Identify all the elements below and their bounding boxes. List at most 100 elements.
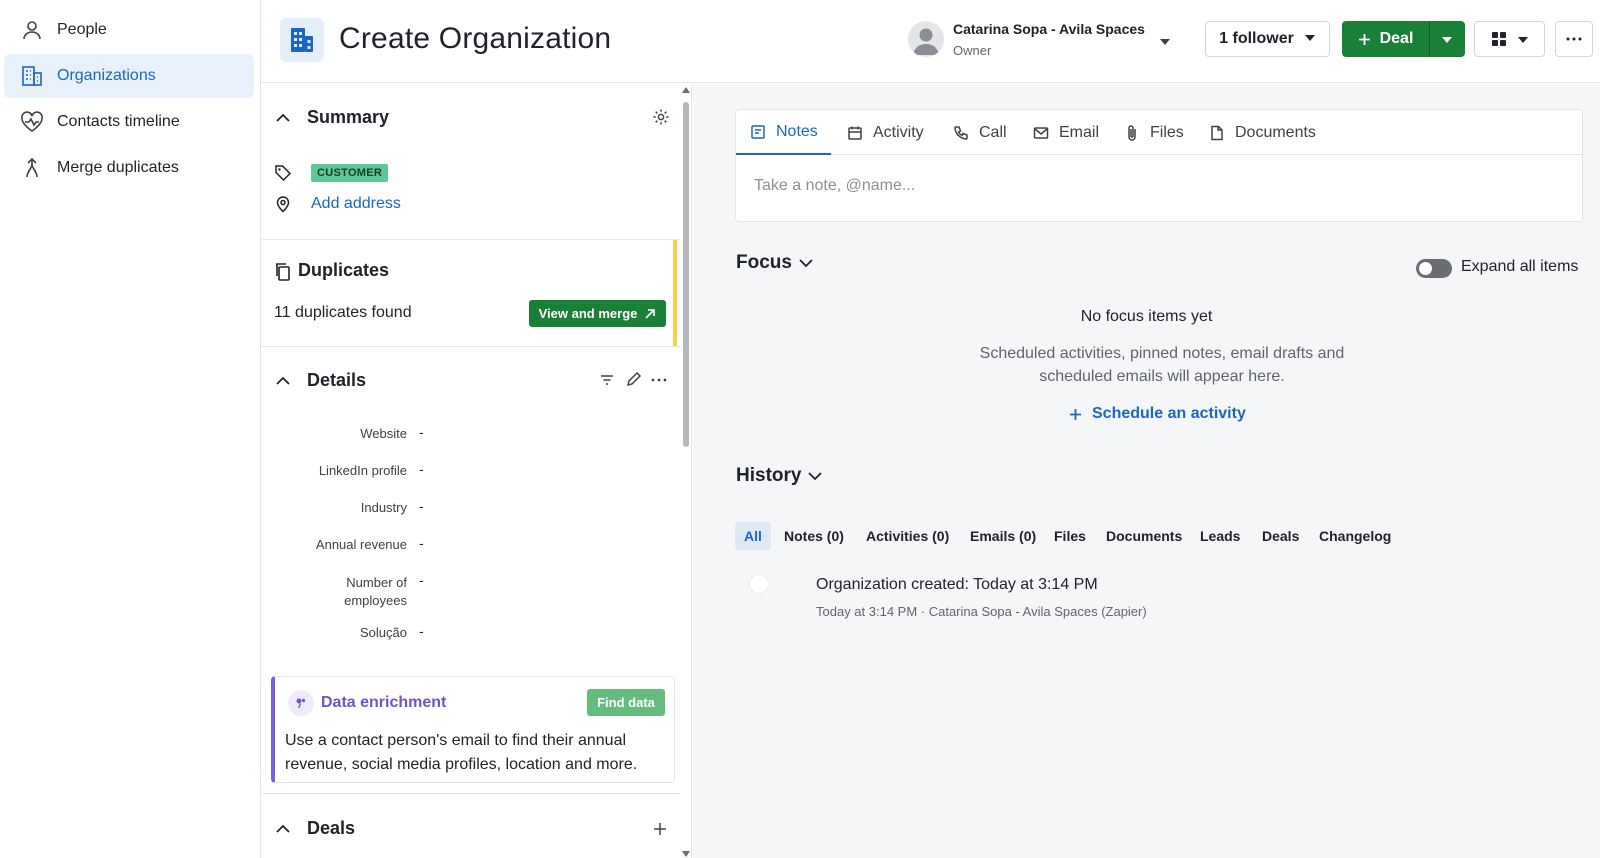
tab-email[interactable]: Email — [1032, 110, 1099, 155]
nav-item-organizations[interactable]: Organizations — [4, 54, 254, 98]
data-enrichment-card: Data enrichment Find data Use a contact … — [271, 676, 675, 783]
tab-call[interactable]: Call — [952, 110, 1007, 155]
plus-icon — [1069, 408, 1082, 421]
focus-empty-title: No focus items yet — [1080, 308, 1213, 325]
field-label-website: Website — [360, 426, 407, 441]
tab-activity[interactable]: Activity — [846, 110, 924, 155]
follower-label: 1 follower — [1219, 30, 1294, 47]
nav-item-contacts-timeline[interactable]: Contacts timeline — [4, 100, 254, 144]
organization-icon — [280, 18, 324, 62]
nav-item-label: Merge duplicates — [57, 159, 179, 176]
copy-icon — [276, 263, 290, 281]
field-value-website[interactable]: - — [419, 424, 424, 440]
history-filter-notes[interactable]: Notes (0) — [775, 522, 853, 550]
heart-pulse-icon — [20, 110, 44, 134]
left-navigation: People Organizations Contacts timeline M… — [0, 0, 261, 858]
scroll-down-arrow-icon[interactable] — [681, 850, 691, 858]
data-enrichment-title: Data enrichment — [321, 694, 447, 711]
view-and-merge-button[interactable]: View and merge — [529, 300, 666, 327]
history-section-toggle[interactable]: History — [736, 465, 823, 487]
expand-all-toggle[interactable] — [1416, 259, 1452, 278]
field-value-industry[interactable]: - — [419, 498, 424, 514]
focus-section-toggle[interactable]: Focus — [736, 252, 814, 274]
tab-label: Activity — [873, 123, 924, 141]
tab-notes[interactable]: Notes — [736, 110, 831, 155]
nav-item-merge-duplicates[interactable]: Merge duplicates — [4, 146, 254, 190]
data-enrichment-description: Use a contact person's email to find the… — [285, 732, 638, 773]
pencil-icon[interactable] — [625, 371, 642, 388]
scrollbar[interactable] — [680, 84, 691, 858]
history-event-meta: Today at 3:14 PM · Catarina Sopa - Avila… — [816, 604, 1147, 619]
view-layout-button[interactable] — [1474, 21, 1545, 57]
details-title: Details — [307, 370, 367, 390]
envelope-icon — [1032, 124, 1050, 142]
tab-label: Call — [979, 123, 1007, 141]
chevron-down-icon — [798, 255, 814, 271]
nav-item-people[interactable]: People — [4, 8, 254, 52]
tab-label: Notes — [776, 122, 818, 140]
chevron-up-icon[interactable] — [274, 820, 292, 838]
view-and-merge-label: View and merge — [538, 306, 638, 321]
history-timeline-dot — [749, 574, 769, 594]
owner-dropdown-caret-icon[interactable] — [1157, 33, 1173, 49]
history-filter-documents[interactable]: Documents — [1097, 522, 1191, 550]
history-event-time: Today at 3:14 PM — [973, 576, 1098, 593]
tab-files[interactable]: Files — [1123, 110, 1184, 155]
field-label-industry: Industry — [360, 500, 407, 515]
history-filter-leads[interactable]: Leads — [1191, 522, 1249, 550]
chevron-down-icon — [1441, 33, 1453, 45]
field-value-annual-revenue[interactable]: - — [419, 535, 424, 551]
paperclip-icon — [1123, 124, 1141, 142]
history-filter-all[interactable]: All — [735, 522, 771, 550]
ellipsis-icon[interactable] — [651, 378, 667, 382]
field-label-number-of-employees: Number of employees — [344, 575, 407, 608]
composer-tabs: Notes Activity Call Email Files Document… — [736, 110, 1582, 155]
scroll-up-arrow-icon[interactable] — [681, 86, 691, 94]
external-arrow-icon — [644, 308, 656, 320]
plus-icon — [1358, 33, 1371, 46]
schedule-activity-label: Schedule an activity — [1092, 405, 1246, 422]
note-icon — [749, 123, 767, 141]
note-composer: Notes Activity Call Email Files Document… — [735, 109, 1583, 222]
tab-documents[interactable]: Documents — [1208, 110, 1316, 155]
deal-dropdown-button[interactable] — [1429, 21, 1465, 57]
calendar-icon — [846, 124, 864, 142]
main-content: Notes Activity Call Email Files Document… — [693, 84, 1600, 858]
gear-icon[interactable] — [652, 108, 670, 126]
find-data-button[interactable]: Find data — [587, 689, 665, 716]
note-input[interactable]: Take a note, @name... — [754, 177, 915, 195]
history-filter-files[interactable]: Files — [1045, 522, 1095, 550]
add-deal-button[interactable]: Deal — [1342, 21, 1429, 57]
chevron-up-icon[interactable] — [274, 372, 292, 390]
document-icon — [1208, 124, 1226, 142]
history-title: History — [736, 465, 802, 486]
owner-avatar[interactable] — [908, 21, 944, 57]
field-label-solucao: Solução — [360, 625, 407, 640]
field-value-linkedin[interactable]: - — [419, 461, 424, 477]
schedule-activity-link[interactable]: Schedule an activity — [1069, 405, 1246, 423]
more-actions-button[interactable] — [1555, 21, 1593, 57]
history-filter-emails[interactable]: Emails (0) — [961, 522, 1045, 550]
history-filter-activities[interactable]: Activities (0) — [857, 522, 958, 550]
chevron-down-icon — [1517, 33, 1529, 45]
plus-icon[interactable] — [652, 821, 668, 837]
field-value-solucao[interactable]: - — [419, 623, 424, 639]
history-event-separator: : — [964, 576, 974, 593]
customer-label-badge[interactable]: CUSTOMER — [311, 164, 389, 182]
history-filter-deals[interactable]: Deals — [1253, 522, 1308, 550]
location-pin-icon — [276, 196, 290, 213]
owner-name[interactable]: Catarina Sopa - Avila Spaces — [953, 21, 1145, 37]
merge-icon — [20, 156, 44, 180]
field-value-number-of-employees[interactable]: - — [419, 572, 424, 588]
history-event: Organization created: Today at 3:14 PM — [816, 576, 1098, 594]
add-address-link[interactable]: Add address — [311, 195, 401, 213]
filter-icon[interactable] — [599, 372, 615, 388]
follower-button[interactable]: 1 follower — [1205, 21, 1330, 57]
page-title: Create Organization — [339, 22, 612, 55]
chevron-up-icon[interactable] — [274, 109, 292, 127]
tag-icon — [275, 165, 292, 181]
scrollbar-thumb[interactable] — [683, 102, 689, 447]
expand-all-label: Expand all items — [1461, 258, 1579, 275]
history-filter-changelog[interactable]: Changelog — [1310, 522, 1400, 550]
toggle-knob — [1419, 262, 1432, 275]
